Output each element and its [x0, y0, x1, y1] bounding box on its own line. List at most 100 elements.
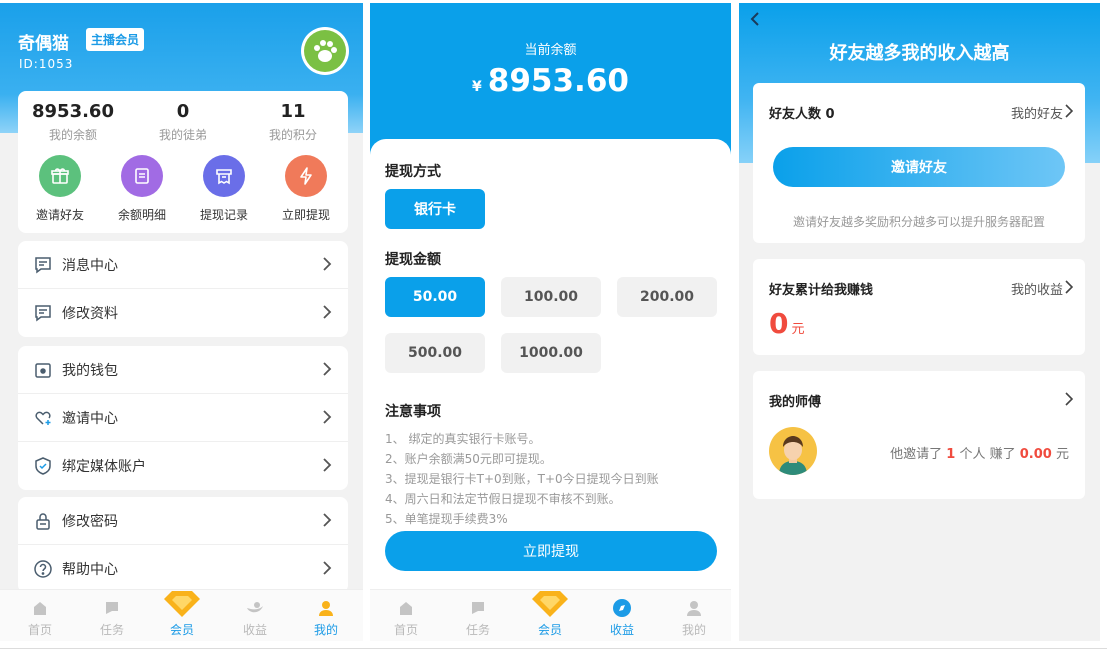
quick-label: 立即提现 [281, 208, 330, 222]
amount-option[interactable]: 500.00 [385, 333, 485, 373]
chevron-right-icon [322, 256, 332, 276]
menu-label: 消息中心 [62, 257, 118, 274]
tab-home[interactable]: 首页 [376, 598, 436, 638]
invite-tip: 邀请好友越多奖励积分越多可以提升服务器配置 [792, 215, 1045, 229]
note-item: 5、单笔提现手续费3% [385, 512, 508, 526]
menu-label: 修改资料 [62, 306, 118, 322]
chevron-right-icon [322, 560, 332, 580]
method-title: 提现方式 [385, 164, 441, 180]
stat-label: 我的余额 [48, 128, 97, 142]
quick-withdraw-records[interactable]: 提现记录 [189, 155, 259, 223]
back-arrow-icon[interactable] [749, 11, 761, 31]
list-icon [121, 155, 163, 197]
quick-balance-detail[interactable]: 余额明细 [107, 155, 177, 223]
tab-home[interactable]: 首页 [10, 598, 70, 638]
amount-option[interactable]: 1000.00 [501, 333, 601, 373]
master-title: 我的师傅 [769, 395, 822, 410]
notes-title: 注意事项 [385, 404, 441, 420]
note-item: 4、周六日和法定节假日提现不审核不到账。 [385, 492, 621, 506]
user-icon [316, 598, 336, 618]
earnings-card: 好友累计给我赚钱 我的收益 0元 [753, 259, 1085, 355]
tab-bar: 首页 任务 会员 收益 我的 [370, 589, 731, 641]
balance-label: 当前余额 [524, 43, 577, 58]
shield-check-icon [32, 455, 54, 477]
my-friends-link[interactable]: 我的好友 [1011, 103, 1063, 122]
earn-amount: 0元 [769, 307, 805, 340]
menu-item-messages[interactable]: 消息中心 [18, 241, 348, 289]
tab-label: 收益 [242, 623, 267, 637]
tab-earnings[interactable]: 收益 [225, 598, 285, 638]
menu-item-help-center[interactable]: 帮助中心 [18, 545, 348, 593]
quick-withdraw-now[interactable]: 立即提现 [271, 155, 341, 223]
chevron-right-icon[interactable] [1065, 391, 1074, 410]
tab-label: 任务 [99, 623, 124, 637]
note-item: 3、提现是银行卡T+0到账，T+0今日提现今日到账 [385, 472, 659, 486]
diamond-icon [520, 588, 580, 622]
master-people: 1 [946, 447, 956, 462]
invite-friends-button[interactable]: 邀请好友 [773, 147, 1065, 187]
amount-title: 提现金额 [385, 252, 441, 268]
tab-mine[interactable]: 我的 [664, 598, 724, 638]
master-summary: 他邀请了 1 个人 赚了 0.00 元 [890, 443, 1069, 462]
tab-tasks[interactable]: 任务 [82, 598, 142, 638]
tab-mine[interactable]: 我的 [296, 598, 356, 638]
tab-label: 首页 [27, 623, 52, 637]
menu-item-invite-center[interactable]: 邀请中心 [18, 394, 348, 442]
user-name: 奇偶猫 [18, 34, 69, 54]
chevron-right-icon [1065, 279, 1074, 298]
compass-icon [612, 598, 632, 618]
wallet-icon [32, 359, 54, 381]
question-icon [32, 558, 54, 580]
balance-amount: 8953.60 [487, 63, 629, 99]
withdraw-screen: 当前余额 ¥8953.60 提现方式 银行卡 提现金额 50.00 100.00… [370, 3, 731, 641]
menu-item-change-password[interactable]: 修改密码 [18, 497, 348, 545]
quick-invite-friends[interactable]: 邀请好友 [25, 155, 95, 223]
home-icon [396, 598, 416, 618]
withdraw-now-button[interactable]: 立即提现 [385, 531, 717, 571]
amount-option[interactable]: 100.00 [501, 277, 601, 317]
earn-unit: 元 [791, 322, 805, 337]
my-earnings-link[interactable]: 我的收益 [1011, 279, 1063, 298]
message-icon [32, 254, 54, 276]
amount-option[interactable]: 50.00 [385, 277, 485, 317]
friends-screen: 好友越多我的收入越高 好友人数 0 我的好友 邀请好友 邀请好友越多奖励积分越多… [739, 3, 1100, 641]
stat-label: 我的积分 [268, 128, 317, 142]
menu-label: 邀请中心 [62, 410, 118, 427]
menu-item-edit-profile[interactable]: 修改资料 [18, 289, 348, 337]
menu-label: 修改密码 [62, 513, 118, 530]
chevron-right-icon [322, 361, 332, 381]
tab-earnings[interactable]: 收益 [592, 598, 652, 638]
lock-icon [32, 510, 54, 532]
menu-group-1: 消息中心 修改资料 [18, 241, 348, 337]
withdraw-panel: 提现方式 银行卡 提现金额 50.00 100.00 200.00 500.00… [370, 139, 731, 599]
tab-member[interactable]: 会员 [520, 591, 580, 638]
stat-apprentice[interactable]: 0 我的徒弟 [133, 101, 233, 143]
menu-item-bind-media[interactable]: 绑定媒体账户 [18, 442, 348, 490]
method-bank-card[interactable]: 银行卡 [385, 189, 485, 229]
stat-balance[interactable]: 8953.60 我的余额 [23, 101, 123, 143]
menu-label: 我的钱包 [62, 362, 118, 379]
balance-display: ¥8953.60 [370, 63, 731, 99]
avatar[interactable] [301, 27, 349, 75]
member-screen: 奇偶猫 主播会员 ID:1053 8953.60 我的余额 0 我的徒弟 11 … [0, 3, 363, 641]
heart-plus-icon [32, 407, 54, 429]
tab-label: 任务 [465, 623, 490, 637]
quick-label: 余额明细 [117, 208, 166, 222]
tab-member[interactable]: 会员 [152, 591, 212, 638]
tab-label: 首页 [393, 623, 418, 637]
flag-icon [102, 598, 122, 618]
menu-item-wallet[interactable]: 我的钱包 [18, 346, 348, 394]
currency-symbol: ¥ [472, 79, 482, 95]
chevron-right-icon [322, 304, 332, 324]
earn-value: 0 [769, 307, 789, 340]
diamond-icon [152, 588, 212, 622]
amount-option[interactable]: 200.00 [617, 277, 717, 317]
master-unit: 元 [1055, 447, 1069, 462]
master-pre: 他邀请了 [890, 447, 943, 462]
stat-points[interactable]: 11 我的积分 [243, 101, 343, 143]
master-amount: 0.00 [1019, 447, 1052, 462]
master-avatar [769, 427, 817, 475]
stat-label: 我的徒弟 [158, 128, 207, 142]
tab-tasks[interactable]: 任务 [448, 598, 508, 638]
stat-value: 0 [176, 101, 190, 122]
